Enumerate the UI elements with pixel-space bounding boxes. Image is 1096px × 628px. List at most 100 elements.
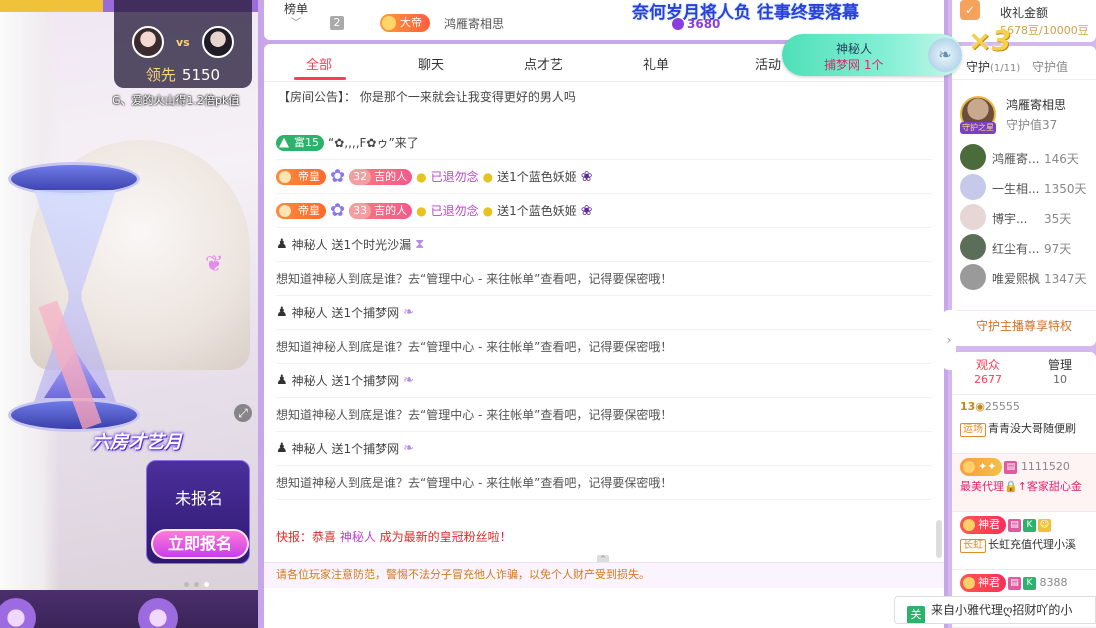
pk-lead-label: 领先 bbox=[145, 66, 176, 84]
tab-gifts[interactable]: 礼单 bbox=[643, 54, 669, 73]
signup-status: 未报名 bbox=[174, 489, 223, 508]
guard-member-name[interactable]: 一生相... bbox=[992, 180, 1039, 197]
tab-talent[interactable]: 点才艺 bbox=[524, 54, 563, 73]
chat-message-gift: 帝皇 ✿ 33 吉的人 ● 已退勿念 ● 送1个蓝色妖姬 ❀ bbox=[276, 194, 932, 228]
guard-privilege-link[interactable]: 守护主播尊享特权 bbox=[952, 310, 1096, 334]
guard-member-avatar[interactable] bbox=[960, 204, 986, 230]
audience-row[interactable]: 13◉25555 运场 青青没大哥随便刷 bbox=[952, 396, 1096, 454]
guard-member-days: 1347天 bbox=[1044, 272, 1087, 286]
god-badge: 神君 bbox=[960, 516, 1006, 534]
flash-prefix: 快报：恭喜 bbox=[276, 530, 340, 544]
audience-row[interactable]: 神君 ▤ K ☺ 长虹 长虹充值代理小溪 bbox=[952, 512, 1096, 570]
guard-member-row[interactable]: 唯爱熙枫 1347天 bbox=[960, 262, 1096, 292]
tab-admin[interactable]: 管理 10 bbox=[1048, 356, 1072, 386]
dreamcatcher-icon: ❧ bbox=[403, 441, 415, 456]
guard-member-avatar[interactable] bbox=[960, 144, 986, 170]
carousel-dots[interactable] bbox=[184, 576, 214, 590]
toast-text: 来自小雅代理ღ招财吖的小 bbox=[931, 603, 1073, 617]
flash-suffix: 成为最新的皇冠粉丝啦！ bbox=[375, 530, 512, 544]
user-nick[interactable]: 已退勿念 bbox=[431, 168, 479, 185]
admin-count: 10 bbox=[1053, 373, 1067, 386]
activity-signup-panel[interactable]: 未报名 立即报名 bbox=[146, 460, 250, 564]
mystery-person-icon: ♟ bbox=[276, 373, 288, 388]
guard-member-row[interactable]: 博宇... 35天 bbox=[960, 202, 1096, 232]
expand-icon[interactable]: ⤢ bbox=[234, 404, 252, 422]
tab-underline bbox=[294, 77, 346, 80]
dreamcatcher-icon: ❧ bbox=[928, 38, 962, 72]
audience-row-top: ✦✦ ▤ 1111520 bbox=[960, 458, 1070, 476]
guard-panel: 守护(1/11) 守护值 守护之星 鸿雁寄相思 守护值37 鸿雁寄... 146天… bbox=[952, 46, 1096, 346]
guard-member-days: 35天 bbox=[1044, 212, 1072, 226]
guard-member-name[interactable]: 鸿雁寄... bbox=[992, 150, 1039, 167]
chat-message-mystery-gift: ♟ 神秘人 送1个捕梦网 ❧ bbox=[276, 296, 932, 330]
guard-star-badge: 守护之星 bbox=[960, 122, 996, 134]
guard-member-name[interactable]: 唯爱熙枫 bbox=[992, 270, 1040, 287]
notification-toast[interactable]: 关来自小雅代理ღ招财吖的小 bbox=[894, 596, 1096, 624]
signup-button[interactable]: 立即报名 bbox=[151, 529, 249, 559]
gift-bubble-icon[interactable] bbox=[138, 598, 178, 628]
flower-icon: ✿ bbox=[330, 200, 346, 221]
multiplier-badge: ×3 bbox=[968, 24, 1011, 57]
k-badge-icon: K bbox=[1023, 518, 1036, 532]
top-guard-name[interactable]: 鸿雁寄相思 bbox=[1006, 96, 1066, 113]
tab-guard-count: (1/11) bbox=[990, 63, 1021, 74]
audience-row-top: 神君 ▤ K 8388 bbox=[960, 574, 1068, 592]
guard-member-row[interactable]: 鸿雁寄... 146天 bbox=[960, 142, 1096, 172]
rank-13-icon: 13◉ bbox=[960, 400, 985, 413]
chat-message-system: 想知道神秘人到底是谁？去“管理中心 - 来往帐单”查看吧，记得要保密哦！ bbox=[276, 330, 932, 364]
room-notice: 【房间公告】： 你是那个一来就会让我变得更好的男人吗 bbox=[278, 90, 576, 104]
audience-user-name[interactable]: 长虹充值代理小溪 bbox=[988, 538, 1076, 551]
tab-guard[interactable]: 守护(1/11) bbox=[966, 58, 1020, 75]
noble-badge: ✦✦ bbox=[960, 458, 1003, 476]
guard-member-row[interactable]: 一生相... 1350天 bbox=[960, 172, 1096, 202]
lemon-icon: ● bbox=[482, 203, 494, 218]
banner-title: 神秘人 bbox=[836, 42, 873, 56]
tab-activity[interactable]: 活动 bbox=[755, 54, 781, 73]
rank-user-name[interactable]: 鸿雁寄相思 bbox=[444, 15, 504, 32]
badge-icon: ▤ bbox=[1008, 576, 1021, 590]
gift-bubble-icon[interactable] bbox=[0, 598, 36, 628]
flash-name[interactable]: 神秘人 bbox=[340, 530, 376, 544]
carousel-dot[interactable] bbox=[194, 582, 199, 587]
pk-avatar-left[interactable] bbox=[132, 26, 164, 58]
tab-all[interactable]: 全部 bbox=[306, 54, 332, 73]
audience-row-top: 神君 ▤ K ☺ bbox=[960, 516, 1051, 534]
chat-input-area[interactable] bbox=[264, 588, 944, 628]
blue-rose-icon: ❀ bbox=[580, 202, 593, 219]
guard-member-name[interactable]: 红尘有... bbox=[992, 240, 1039, 257]
tab-chat[interactable]: 聊天 bbox=[418, 54, 444, 73]
mystery-gift-text: 神秘人 送1个捕梦网 bbox=[291, 374, 400, 388]
fraud-warning: 请各位玩家注意防范，警惕不法分子冒充他人诈骗，以免个人财产受到损失。 bbox=[264, 562, 944, 588]
live-video[interactable]: vs 领先 5150 G、爱的火山得1.2倍pk值 ❦ ⤢ 六房才艺月 未报名 立… bbox=[0, 0, 258, 628]
chat-message-mystery-gift: ♟ 神秘人 送1个时光沙漏 ⧗ bbox=[276, 228, 932, 262]
audience-user-name[interactable]: 最美代理🔒↑客家甜心金 bbox=[960, 478, 1082, 494]
pk-avatar-right[interactable] bbox=[202, 26, 234, 58]
entry-text[interactable]: “✿,,,,F✿ゥ”来了 bbox=[328, 134, 419, 151]
divider bbox=[952, 394, 1096, 395]
audience-user-id: 25555 bbox=[984, 400, 1020, 413]
guard-member-avatar[interactable] bbox=[960, 174, 986, 200]
carousel-dot-active[interactable] bbox=[204, 582, 209, 587]
guard-member-name[interactable]: 博宇... bbox=[992, 210, 1027, 227]
user-nick[interactable]: 已退勿念 bbox=[431, 202, 479, 219]
guard-member-avatar[interactable] bbox=[960, 234, 986, 260]
guard-member-avatar[interactable] bbox=[960, 264, 986, 290]
tab-guard-value[interactable]: 守护值 bbox=[1032, 58, 1068, 75]
audience-row-bottom: 长虹 长虹充值代理小溪 bbox=[960, 536, 1076, 553]
system-tip-text: 想知道神秘人到底是谁？去“管理中心 - 来往帐单”查看吧，记得要保密哦！ bbox=[276, 272, 673, 286]
pk-panel[interactable]: vs 领先 5150 bbox=[114, 0, 252, 88]
audience-user-name[interactable]: 青青没大哥随便刷 bbox=[988, 422, 1076, 435]
tab-admin-label: 管理 bbox=[1048, 358, 1073, 372]
guard-member-row[interactable]: 红尘有... 97天 bbox=[960, 232, 1096, 262]
chat-scrollbar[interactable] bbox=[936, 520, 942, 558]
audience-row[interactable]: ✦✦ ▤ 1111520 最美代理🔒↑客家甜心金 bbox=[952, 454, 1096, 512]
rank-level-badge: 大帝 bbox=[380, 14, 430, 32]
mystery-gift-text: 神秘人 送1个时光沙漏 bbox=[291, 238, 412, 252]
audience-tag: 运场 bbox=[960, 423, 986, 437]
tab-audience[interactable]: 观众 2677 bbox=[974, 356, 1002, 386]
audience-row-top: 13◉25555 bbox=[960, 400, 1020, 413]
lemon-icon: ● bbox=[416, 169, 427, 184]
carousel-dot[interactable] bbox=[184, 582, 189, 587]
user-level-badge: 33 吉的人 bbox=[349, 202, 413, 219]
chevron-down-icon[interactable]: ﹀ bbox=[291, 14, 301, 29]
